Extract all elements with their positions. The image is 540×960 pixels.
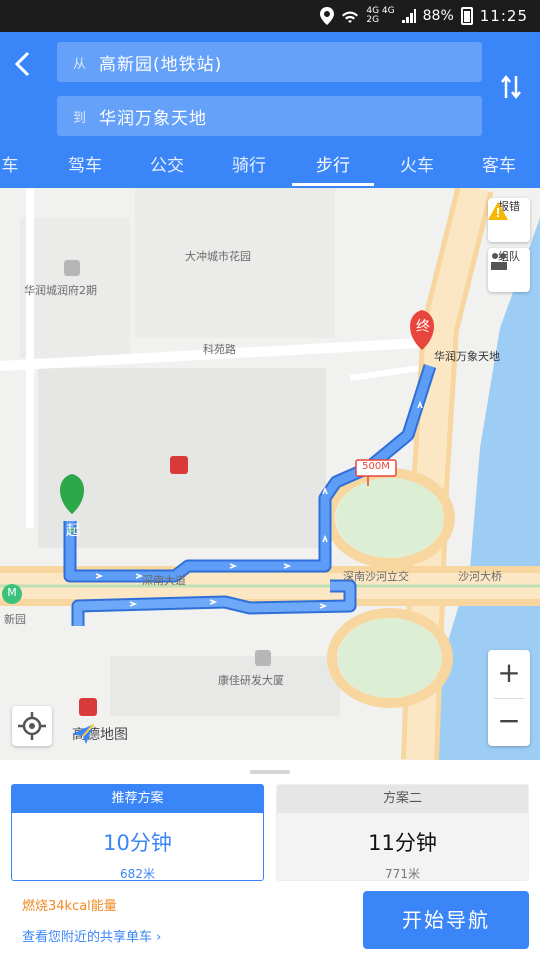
back-button[interactable] bbox=[12, 50, 40, 78]
warning-icon bbox=[488, 202, 508, 220]
wifi-icon bbox=[342, 11, 359, 23]
map-label-road4: 沙河大桥 bbox=[458, 570, 502, 583]
report-error-button[interactable]: 报错 bbox=[488, 198, 530, 242]
route-panel: 推荐方案 10分钟 682米 方案二 11分钟 771米 燃烧34kcal能量 … bbox=[0, 760, 540, 960]
tab-train[interactable]: 火车 bbox=[392, 148, 442, 188]
team-button[interactable]: 组队 bbox=[488, 248, 530, 292]
zoom-divider bbox=[494, 698, 524, 699]
plan-alternative[interactable]: 方案二 11分钟 771米 bbox=[276, 784, 529, 881]
plan-alternative-distance: 771米 bbox=[385, 867, 420, 881]
road bbox=[349, 365, 421, 381]
shared-bike-link[interactable]: 查看您附近的共享单车 › bbox=[22, 926, 161, 945]
swap-button[interactable] bbox=[498, 74, 524, 104]
end-marker-label: 终 bbox=[416, 319, 430, 335]
chevron-left-icon bbox=[14, 51, 30, 77]
tab-partial[interactable]: 车 bbox=[0, 148, 20, 188]
calorie-info: 燃烧34kcal能量 bbox=[22, 899, 117, 914]
tab-coach[interactable]: 客车 bbox=[474, 148, 524, 188]
distance-sign-label: 500M bbox=[362, 461, 390, 472]
battery-icon bbox=[460, 7, 473, 25]
destination-field[interactable]: 到 华润万象天地 bbox=[57, 96, 482, 136]
start-marker-label: 起 bbox=[66, 523, 80, 539]
map-label-road3: 深南沙河立交 bbox=[343, 570, 409, 583]
building-icon bbox=[64, 260, 80, 276]
status-right: 4G 4G 2G 88% 11:25 bbox=[320, 0, 528, 32]
tab-drive[interactable]: 驾车 bbox=[60, 148, 110, 188]
map-label-station: 新园 bbox=[4, 613, 26, 626]
amap-logo: 高德地图 bbox=[72, 724, 128, 744]
route-header: 从 高新园(地铁站) 到 华润万象天地 车 驾车 公交 骑行 步行 火车 客车 bbox=[0, 32, 540, 188]
network-bottom: 2G bbox=[366, 15, 380, 25]
plan-alternative-header: 方案二 bbox=[277, 785, 528, 813]
plan-recommended[interactable]: 推荐方案 10分钟 682米 bbox=[11, 784, 264, 881]
plan-recommended-duration: 10分钟 bbox=[103, 831, 172, 855]
plan-alternative-duration: 11分钟 bbox=[368, 831, 437, 855]
origin-field[interactable]: 从 高新园(地铁站) bbox=[57, 42, 482, 82]
battery-percent: 88% bbox=[422, 8, 454, 24]
destination-value: 华润万象天地 bbox=[99, 108, 207, 129]
locate-button[interactable] bbox=[12, 706, 52, 746]
tab-walk[interactable]: 步行 bbox=[308, 148, 358, 188]
green-area bbox=[338, 618, 442, 698]
tab-bike[interactable]: 骑行 bbox=[224, 148, 274, 188]
network-indicator: 4G 4G 2G bbox=[366, 7, 394, 25]
green-area bbox=[336, 478, 444, 558]
building-icon bbox=[255, 650, 271, 666]
team-icon bbox=[491, 253, 507, 270]
map-label-road1: 科苑路 bbox=[203, 343, 236, 356]
zoom-control: + − bbox=[488, 650, 530, 746]
drag-handle[interactable] bbox=[250, 770, 290, 774]
status-bar: 4G 4G 2G 88% 11:25 bbox=[0, 0, 540, 32]
map-label-road2: 深南大道 bbox=[142, 574, 186, 587]
kfc-icon bbox=[79, 698, 97, 716]
zoom-out-button[interactable]: − bbox=[488, 698, 530, 746]
map-label-destination: 华润万象天地 bbox=[434, 350, 500, 363]
origin-prefix: 从 bbox=[73, 56, 87, 72]
zoom-in-button[interactable]: + bbox=[488, 650, 530, 698]
plan-recommended-header: 推荐方案 bbox=[12, 785, 263, 813]
signal-icon bbox=[401, 9, 416, 23]
map-label-garden: 大冲城市花园 bbox=[185, 250, 251, 263]
map-label-building: 康佳研发大厦 bbox=[218, 674, 284, 687]
origin-value: 高新园(地铁站) bbox=[99, 54, 223, 75]
tab-bus[interactable]: 公交 bbox=[142, 148, 192, 188]
active-tab-indicator bbox=[292, 183, 374, 186]
start-navigation-button[interactable]: 开始导航 bbox=[363, 891, 529, 949]
map-view[interactable]: 大冲城市花园 华润城润府2期 科苑路 华润万象天地 深南大道 深南沙河立交 沙河… bbox=[0, 188, 540, 760]
location-icon bbox=[320, 7, 335, 25]
destination-prefix: 到 bbox=[73, 110, 87, 126]
subway-label: M bbox=[7, 586, 17, 599]
clock: 11:25 bbox=[479, 7, 528, 25]
transport-tabs: 车 驾车 公交 骑行 步行 火车 客车 bbox=[0, 148, 540, 188]
kfc-icon bbox=[170, 456, 188, 474]
crosshair-icon bbox=[18, 712, 46, 740]
map-label-residence: 华润城润府2期 bbox=[24, 284, 97, 297]
swap-icon bbox=[501, 74, 521, 100]
plan-recommended-distance: 682米 bbox=[120, 867, 155, 881]
app-root: 4G 4G 2G 88% 11:25 从 高新园(地铁站) 到 华润万象天地 车… bbox=[0, 0, 540, 960]
amap-logo-icon bbox=[72, 724, 94, 744]
